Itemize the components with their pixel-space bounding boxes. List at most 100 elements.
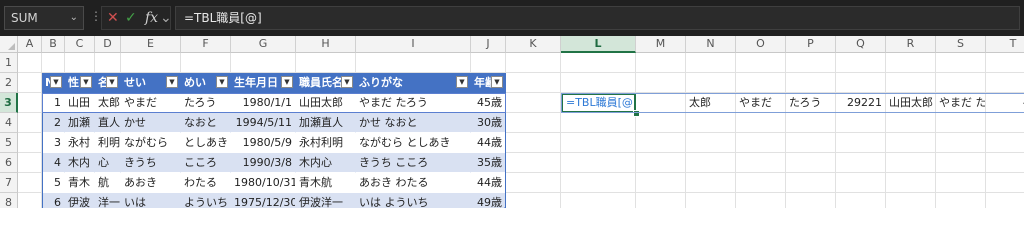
grid-cell[interactable] <box>561 53 636 73</box>
cancel-icon[interactable]: ✕ <box>107 9 119 27</box>
grid-cell[interactable] <box>786 73 836 93</box>
grid-cell[interactable] <box>506 133 561 153</box>
grid-cell[interactable] <box>686 173 736 193</box>
active-cell-l3[interactable]: =TBL職員[@] <box>561 93 636 113</box>
grid-cell[interactable] <box>736 53 786 73</box>
grid-cell[interactable] <box>886 53 936 73</box>
select-all-corner[interactable] <box>0 36 18 53</box>
grid-cell[interactable] <box>686 133 736 153</box>
filter-dropdown-icon[interactable]: ▼ <box>166 76 178 88</box>
grid-cell[interactable] <box>181 53 231 73</box>
grid-cell[interactable] <box>836 173 886 193</box>
table-cell[interactable]: 山田太郎 <box>296 93 356 113</box>
grid-cell[interactable] <box>686 53 736 73</box>
table-header-cell[interactable]: 職員氏名 ▼ <box>296 73 356 93</box>
grid-cell[interactable] <box>836 153 886 173</box>
grid-cell[interactable] <box>636 113 686 133</box>
column-header-s[interactable]: S <box>936 36 986 53</box>
chevron-down-icon[interactable]: ⌄ <box>160 9 172 27</box>
grid-cell[interactable] <box>561 113 636 133</box>
table-cell[interactable]: 1994/5/11 <box>231 113 296 133</box>
grid-cell[interactable] <box>506 193 561 208</box>
grid-cell[interactable] <box>506 73 561 93</box>
grid-cell[interactable] <box>296 53 356 73</box>
spill-cell[interactable]: 山田太郎 <box>886 93 936 113</box>
table-cell[interactable]: 2 <box>42 113 65 133</box>
grid-cell[interactable] <box>786 153 836 173</box>
grid-cell[interactable] <box>18 153 42 173</box>
grid-cell[interactable] <box>886 193 936 208</box>
column-header-n[interactable]: N <box>686 36 736 53</box>
table-cell[interactable]: よういち <box>181 193 231 208</box>
table-cell[interactable]: 45歳 <box>471 93 506 113</box>
grid-cell[interactable] <box>686 113 736 133</box>
column-header-p[interactable]: P <box>786 36 836 53</box>
grid-cell[interactable] <box>686 193 736 208</box>
grid-cell[interactable] <box>886 73 936 93</box>
row-header-5[interactable]: 5 <box>0 133 18 153</box>
table-cell[interactable]: いは <box>121 193 181 208</box>
table-cell[interactable]: 心 <box>95 153 121 173</box>
table-cell[interactable]: あおき わたる <box>356 173 471 193</box>
table-cell[interactable]: かせ <box>121 113 181 133</box>
grid-cell[interactable] <box>736 153 786 173</box>
table-cell[interactable]: 青木 <box>65 173 95 193</box>
table-header-cell[interactable]: 名 ▼ <box>95 73 121 93</box>
table-cell[interactable]: 太郎 <box>95 93 121 113</box>
grid-cell[interactable] <box>836 113 886 133</box>
grid-cell[interactable] <box>18 133 42 153</box>
filter-dropdown-icon[interactable]: ▼ <box>80 76 92 88</box>
table-cell[interactable]: 5 <box>42 173 65 193</box>
table-header-cell[interactable]: 生年月日 ▼ <box>231 73 296 93</box>
grid-cell[interactable] <box>686 73 736 93</box>
chevron-down-icon[interactable]: ⌄ <box>70 7 78 29</box>
grid-cell[interactable] <box>986 73 1024 93</box>
table-cell[interactable]: 4 <box>42 153 65 173</box>
table-cell[interactable]: 洋一 <box>95 193 121 208</box>
grid-cell[interactable] <box>786 193 836 208</box>
column-header-b[interactable]: B <box>42 36 65 53</box>
table-header-cell[interactable]: 性 ▼ <box>65 73 95 93</box>
grid-cell[interactable] <box>736 73 786 93</box>
table-cell[interactable]: 1980/5/9 <box>231 133 296 153</box>
table-cell[interactable]: 伊波洋一 <box>296 193 356 208</box>
column-header-h[interactable]: H <box>296 36 356 53</box>
spill-cell[interactable]: 太郎 <box>686 93 736 113</box>
spill-cell[interactable]: やまだ たろう <box>936 93 986 113</box>
table-cell[interactable]: 永村利明 <box>296 133 356 153</box>
grid-cell[interactable] <box>506 173 561 193</box>
grid-cell[interactable] <box>986 133 1024 153</box>
table-cell[interactable]: 3 <box>42 133 65 153</box>
grid-cell[interactable] <box>986 53 1024 73</box>
column-header-g[interactable]: G <box>231 36 296 53</box>
table-cell[interactable]: 35歳 <box>471 153 506 173</box>
grid-cell[interactable] <box>636 153 686 173</box>
grid-cell[interactable] <box>786 133 836 153</box>
grid-cell[interactable] <box>18 113 42 133</box>
table-cell[interactable]: ながむら としあき <box>356 133 471 153</box>
column-header-o[interactable]: O <box>736 36 786 53</box>
filter-dropdown-icon[interactable]: ▼ <box>281 76 293 88</box>
grid-cell[interactable] <box>636 93 686 113</box>
grid-cell[interactable] <box>936 193 986 208</box>
row-header-3[interactable]: 3 <box>0 93 18 113</box>
column-header-l[interactable]: L <box>561 36 636 53</box>
grid-cell[interactable] <box>506 93 561 113</box>
row-header-8[interactable]: 8 <box>0 193 18 208</box>
table-cell[interactable]: 青木航 <box>296 173 356 193</box>
grid-cell[interactable] <box>636 193 686 208</box>
grid-cell[interactable] <box>736 113 786 133</box>
table-cell[interactable]: 49歳 <box>471 193 506 208</box>
table-cell[interactable]: 44歳 <box>471 133 506 153</box>
grid-cell[interactable] <box>936 133 986 153</box>
table-cell[interactable]: 1 <box>42 93 65 113</box>
grid-cell[interactable] <box>786 53 836 73</box>
grid-cell[interactable] <box>836 73 886 93</box>
table-header-cell[interactable]: No▼ <box>42 73 65 93</box>
spill-cell[interactable]: 45 <box>986 93 1024 113</box>
row-header-6[interactable]: 6 <box>0 153 18 173</box>
grid-cell[interactable] <box>936 173 986 193</box>
table-cell[interactable]: たろう <box>181 93 231 113</box>
table-cell[interactable]: 加瀬直人 <box>296 113 356 133</box>
table-cell[interactable]: 6 <box>42 193 65 208</box>
